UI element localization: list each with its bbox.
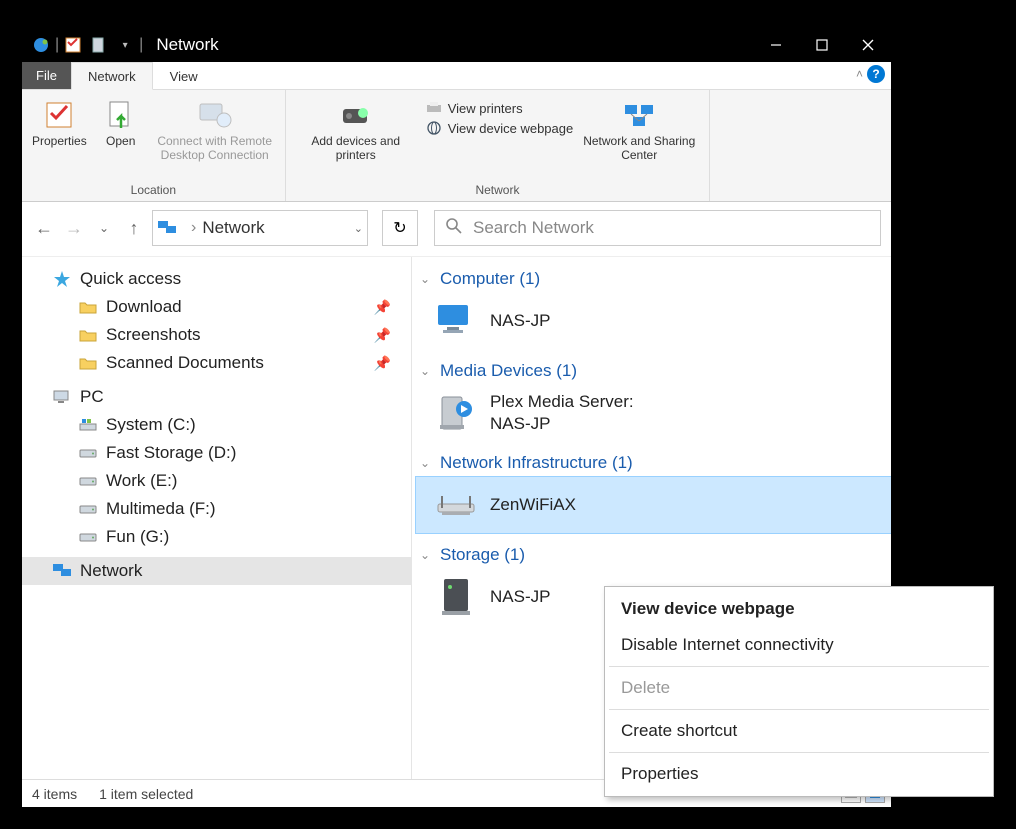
ctx-view-device-webpage[interactable]: View device webpage [605,591,993,627]
context-menu: View device webpageDisable Internet conn… [604,586,994,797]
open-button[interactable]: Open [93,94,149,150]
tab-view[interactable]: View [153,62,215,89]
view-device-webpage-button[interactable]: View device webpage [426,120,574,136]
nav-pc[interactable]: PC [22,383,411,411]
drive-icon [78,499,98,519]
chevron-down-icon: ⌄ [420,548,434,562]
drive-icon [78,415,98,435]
storage-icon [434,575,478,619]
nav-drive-item[interactable]: Fast Storage (D:) [22,439,411,467]
qat-properties-icon[interactable] [63,35,83,55]
properties-button[interactable]: Properties [26,94,93,150]
folder-icon [78,325,98,345]
media-icon [434,391,478,435]
pin-icon: 📌 [374,327,391,344]
group-label-location: Location [26,181,281,199]
view-printers-button[interactable]: View printers [426,100,574,116]
pin-icon: 📌 [374,355,391,372]
address-bar-row: ← → ⌄ ↑ › Network ⌄ ↻ Search Network [22,202,891,256]
nav-qa-item[interactable]: Download📌 [22,293,411,321]
separator: | [55,36,59,54]
ribbon-group-network: Add devices and printers View printers V… [286,90,711,201]
network-icon [157,218,177,238]
network-item[interactable]: Plex Media Server:NAS-JP [416,385,891,441]
pin-icon: 📌 [374,299,391,316]
maximize-button[interactable] [799,28,845,62]
chevron-down-icon[interactable]: ⌄ [354,222,363,235]
network-item[interactable]: ZenWiFiAX [416,477,891,533]
status-count: 4 items [32,786,77,802]
up-button[interactable]: ↑ [122,213,146,243]
nav-network[interactable]: Network [22,557,411,585]
refresh-button[interactable]: ↻ [382,210,418,246]
nav-quick-access[interactable]: Quick access [22,265,411,293]
close-button[interactable] [845,28,891,62]
folder-icon [78,297,98,317]
ctx-disable-internet-connectivity[interactable]: Disable Internet connectivity [605,627,993,663]
quick-access-icon [52,269,72,289]
forward-button[interactable]: → [62,213,86,243]
minimize-button[interactable] [753,28,799,62]
chevron-down-icon: ⌄ [420,272,434,286]
menu-separator [609,666,989,667]
computer-icon [434,299,478,343]
network-item[interactable]: NAS-JP [416,293,891,349]
address-bar[interactable]: › Network ⌄ [152,210,368,246]
nav-qa-item[interactable]: Screenshots📌 [22,321,411,349]
separator: | [139,36,143,54]
search-placeholder: Search Network [473,218,594,238]
qat-doc-icon[interactable] [89,35,109,55]
category-header[interactable]: ⌄Media Devices (1) [416,357,891,385]
nav-drive-item[interactable]: Fun (G:) [22,523,411,551]
tab-file[interactable]: File [22,62,71,89]
category-header[interactable]: ⌄Storage (1) [416,541,891,569]
nav-drive-item[interactable]: Work (E:) [22,467,411,495]
drive-icon [78,443,98,463]
ctx-properties[interactable]: Properties [605,756,993,792]
folder-icon [78,353,98,373]
titlebar: | ▾ | Network [22,28,891,62]
ribbon: Properties Open Connect with Remote Desk… [22,90,891,202]
menu-separator [609,752,989,753]
collapse-ribbon-icon[interactable]: ˄ [856,67,863,81]
drive-icon [78,471,98,491]
ribbon-tabs: File Network View ˄ ? [22,62,891,90]
qat-dropdown-icon[interactable]: ▾ [115,35,135,55]
back-button[interactable]: ← [32,213,56,243]
recent-locations-button[interactable]: ⌄ [92,213,116,243]
drive-icon [78,527,98,547]
menu-separator [609,709,989,710]
window-title: Network [156,35,218,55]
help-icon[interactable]: ? [867,65,885,83]
ribbon-group-location: Properties Open Connect with Remote Desk… [22,90,286,201]
pc-icon [52,387,72,407]
connect-rdp-button: Connect with Remote Desktop Connection [149,94,281,165]
nav-drive-item[interactable]: Multimeda (F:) [22,495,411,523]
search-box[interactable]: Search Network [434,210,881,246]
ctx-create-shortcut[interactable]: Create shortcut [605,713,993,749]
chevron-down-icon: ⌄ [420,364,434,378]
router-icon [434,483,478,527]
tab-network[interactable]: Network [71,62,153,90]
category-header[interactable]: ⌄Network Infrastructure (1) [416,449,891,477]
status-selected: 1 item selected [99,786,193,802]
chevron-down-icon: ⌄ [420,456,434,470]
category-header[interactable]: ⌄Computer (1) [416,265,891,293]
add-devices-button[interactable]: Add devices and printers [290,94,422,165]
group-label-network: Network [290,181,706,199]
ctx-delete: Delete [605,670,993,706]
sharing-center-button[interactable]: Network and Sharing Center [573,94,705,165]
search-icon [445,217,463,240]
nav-qa-item[interactable]: Scanned Documents📌 [22,349,411,377]
navigation-pane: Quick access Download📌Screenshots📌Scanne… [22,257,412,779]
address-location: Network [202,218,347,238]
nav-drive-item[interactable]: System (C:) [22,411,411,439]
network-icon [52,561,72,581]
app-icon [31,35,51,55]
